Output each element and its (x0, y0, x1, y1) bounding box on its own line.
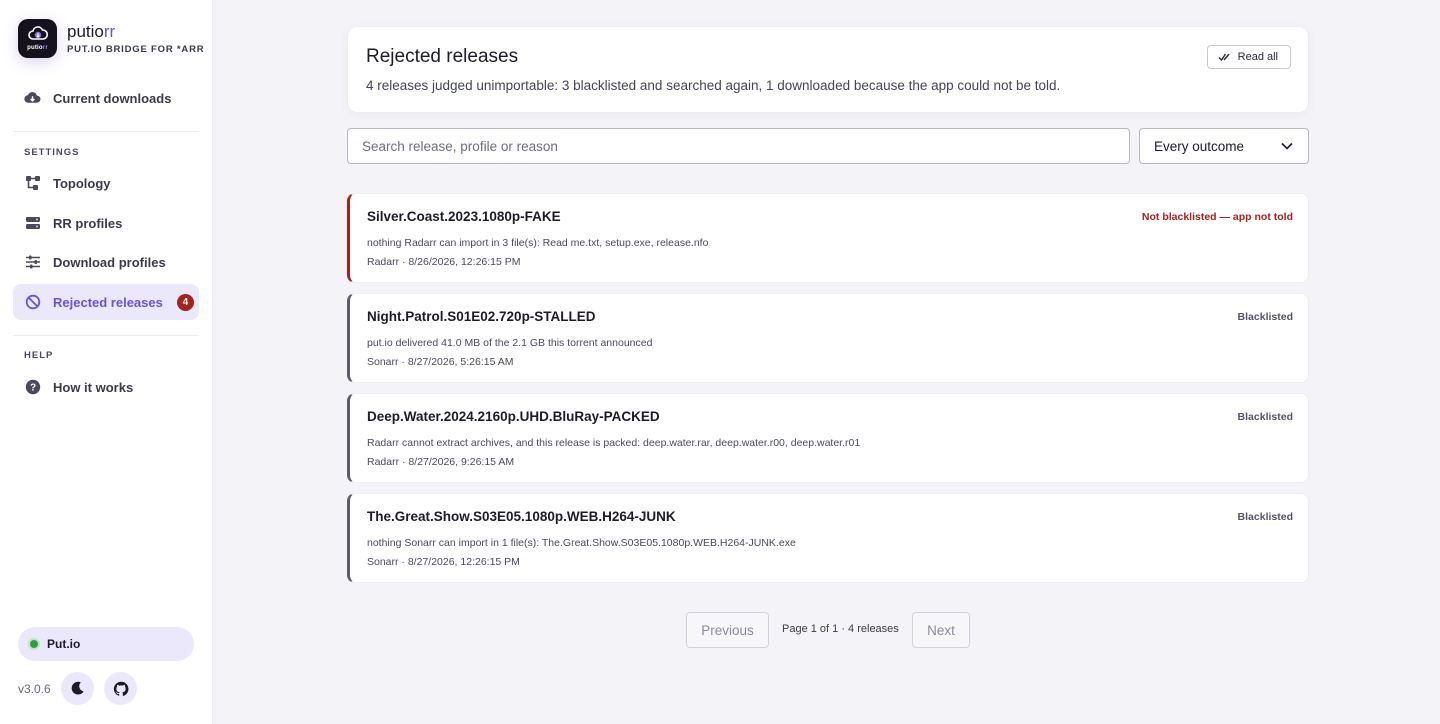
brand[interactable]: putiorr putiorr PUT.IO BRIDGE FOR *ARR (18, 19, 204, 58)
app-version: v3.0.6 (18, 682, 51, 696)
release-name: The.Great.Show.S03E05.1080p.WEB.H264-JUN… (367, 509, 676, 524)
release-name: Night.Patrol.S01E02.720p-STALLED (367, 309, 596, 324)
sidebar-item-label: How it works (53, 379, 134, 395)
sidebar-item-current-downloads[interactable]: Current downloads (13, 80, 199, 116)
topology-icon (24, 175, 41, 192)
release-card[interactable]: The.Great.Show.S03E05.1080p.WEB.H264-JUN… (347, 493, 1309, 583)
chevron-down-icon (1281, 142, 1293, 150)
connection-status[interactable]: Put.io (18, 627, 194, 661)
app-logo: putiorr (18, 19, 57, 58)
sliders-icon (24, 254, 41, 271)
next-page-button[interactable]: Next (912, 612, 970, 648)
sidebar-item-label: Topology (53, 175, 111, 191)
read-all-button[interactable]: Read all (1206, 45, 1291, 69)
svg-text:?: ? (29, 383, 35, 394)
sidebar-item-rr-profiles[interactable]: RR profiles (13, 205, 199, 241)
server-icon (24, 215, 41, 232)
cloud-download-icon (24, 90, 41, 107)
logo-word: putiorr (27, 45, 48, 51)
section-title-help: HELP (24, 350, 54, 361)
sidebar-item-how-it-works[interactable]: ? How it works (13, 369, 199, 405)
sidebar-divider (13, 335, 199, 336)
ban-icon (24, 294, 41, 311)
rejected-count-badge: 4 (176, 293, 194, 311)
release-outcome: Blacklisted (1237, 511, 1293, 523)
theme-toggle-button[interactable] (61, 672, 94, 705)
sidebar-item-topology[interactable]: Topology (13, 165, 199, 201)
sidebar-divider (13, 131, 199, 132)
sidebar-item-download-profiles[interactable]: Download profiles (13, 244, 199, 280)
page-title: Rejected releases (366, 46, 519, 67)
release-reason: nothing Radarr can import in 3 file(s): … (367, 237, 709, 249)
release-outcome: Blacklisted (1237, 311, 1293, 323)
github-icon (113, 681, 128, 696)
sidebar: putiorr putiorr PUT.IO BRIDGE FOR *ARR C… (0, 0, 213, 724)
release-reason: put.io delivered 41.0 MB of the 2.1 GB t… (367, 337, 653, 349)
status-dot (28, 638, 40, 650)
app-name: putiorr (67, 22, 116, 41)
moon-icon (71, 681, 84, 695)
release-outcome: Not blacklisted — app not told (1141, 211, 1293, 223)
app-tagline: PUT.IO BRIDGE FOR *ARR (67, 44, 205, 55)
release-name: Silver.Coast.2023.1080p-FAKE (367, 209, 561, 224)
release-meta: Radarr · 8/26/2026, 12:26:15 PM (367, 256, 521, 268)
release-name: Deep.Water.2024.2160p.UHD.BluRay-PACKED (367, 409, 660, 424)
outcome-filter-select[interactable]: Every outcome (1139, 128, 1309, 164)
release-reason: Radarr cannot extract archives, and this… (367, 437, 861, 449)
github-button[interactable] (104, 672, 137, 705)
pagination-info: Page 1 of 1 · 4 releases (782, 623, 899, 635)
read-all-label: Read all (1237, 51, 1278, 63)
release-card[interactable]: Deep.Water.2024.2160p.UHD.BluRay-PACKED … (347, 393, 1309, 483)
cloud-logo-icon (27, 26, 48, 40)
help-circle-icon: ? (24, 379, 41, 396)
sidebar-item-label: Current downloads (53, 90, 172, 106)
release-card[interactable]: Night.Patrol.S01E02.720p-STALLED put.io … (347, 293, 1309, 383)
release-meta: Sonarr · 8/27/2026, 12:26:15 PM (367, 556, 520, 568)
release-reason: nothing Sonarr can import in 1 file(s): … (367, 537, 796, 549)
sidebar-item-label: RR profiles (53, 215, 123, 231)
rejected-releases-header: Rejected releases 4 releases judged unim… (347, 26, 1309, 113)
sidebar-item-label: Download profiles (53, 254, 166, 270)
status-label: Put.io (47, 637, 81, 651)
sidebar-item-label: Rejected releases (53, 294, 163, 310)
release-card[interactable]: Silver.Coast.2023.1080p-FAKE nothing Rad… (347, 193, 1309, 283)
search-input[interactable] (347, 128, 1130, 164)
previous-page-button[interactable]: Previous (686, 612, 769, 648)
outcome-selected-value: Every outcome (1154, 138, 1245, 154)
sidebar-item-rejected-releases[interactable]: Rejected releases 4 (13, 284, 199, 320)
release-meta: Radarr · 8/27/2026, 9:26:15 AM (367, 456, 515, 468)
check-double-icon (1218, 51, 1230, 63)
page-summary: 4 releases judged unimportable: 3 blackl… (366, 78, 1061, 93)
release-meta: Sonarr · 8/27/2026, 5:26:15 AM (367, 356, 514, 368)
section-title-settings: SETTINGS (24, 147, 80, 158)
release-outcome: Blacklisted (1237, 411, 1293, 423)
